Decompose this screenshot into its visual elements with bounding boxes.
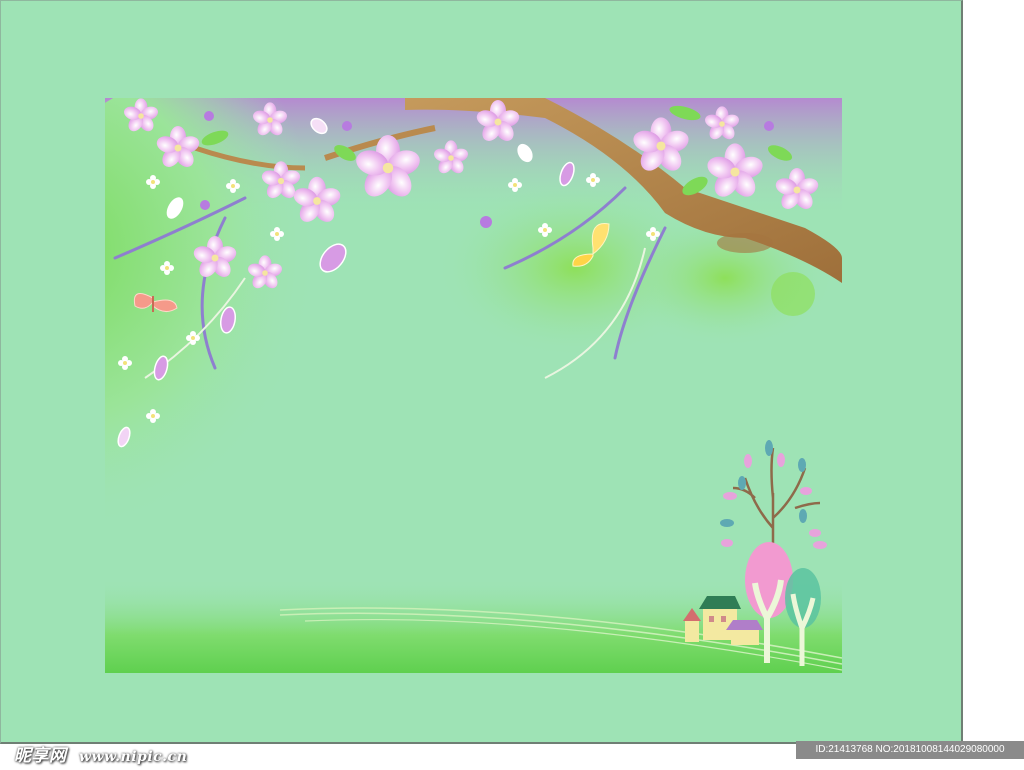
watermark-brand: 昵享网 www.nipic.cn bbox=[14, 741, 187, 766]
watermark-url: www.nipic.cn bbox=[78, 749, 188, 765]
house-icon bbox=[726, 620, 763, 645]
spring-illustration bbox=[105, 98, 842, 673]
illustration-svg bbox=[105, 98, 842, 673]
watermark-brand-text: 昵享网 bbox=[14, 746, 67, 766]
canvas-frame bbox=[0, 0, 963, 744]
watermark-image-id: ID:21413768 NO:20181008144029080000 bbox=[796, 741, 1024, 759]
